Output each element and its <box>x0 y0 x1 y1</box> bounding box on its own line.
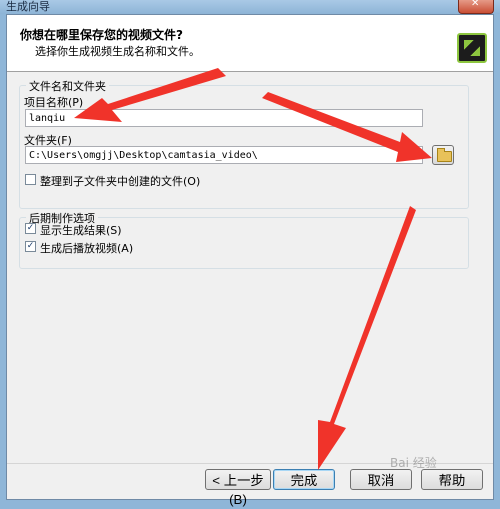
play-after-checkbox[interactable]: ✓ <box>25 241 36 252</box>
show-results-checkbox[interactable]: ✓ <box>25 223 36 234</box>
organize-subfolder-label: 整理到子文件夹中创建的文件(O) <box>40 175 201 188</box>
window-title: 生成向导 <box>6 0 50 13</box>
finish-button[interactable]: 完成 <box>273 469 335 490</box>
group-legend-file: 文件名和文件夹 <box>26 78 109 94</box>
play-after-label: 生成后播放视频(A) <box>40 242 134 255</box>
browse-folder-button[interactable] <box>432 145 454 165</box>
back-button[interactable]: < 上一步(B) <box>205 469 271 507</box>
folder-path-input[interactable]: C:\Users\omgjj\Desktop\camtasia_video\ <box>25 146 423 164</box>
organize-subfolder-checkbox[interactable] <box>25 174 36 185</box>
page-subtitle: 选择你生成视频生成名称和文件。 <box>35 45 200 58</box>
window-frame: 你想在哪里保存您的视频文件? 选择你生成视频生成名称和文件。 文件名和文件夹 项… <box>0 14 500 507</box>
help-button[interactable]: 帮助 <box>421 469 483 490</box>
project-name-input[interactable]: lanqiu <box>25 109 423 127</box>
show-results-option[interactable]: ✓ 显示生成结果(S) <box>25 222 225 237</box>
project-name-label: 项目名称(P) <box>24 96 84 109</box>
camtasia-logo-icon <box>457 33 487 63</box>
window-titlebar[interactable]: 生成向导 <box>0 0 500 14</box>
cancel-button[interactable]: 取消 <box>350 469 412 490</box>
wizard-dialog: 你想在哪里保存您的视频文件? 选择你生成视频生成名称和文件。 文件名和文件夹 项… <box>6 14 494 507</box>
folder-open-icon <box>437 148 452 162</box>
page-title: 你想在哪里保存您的视频文件? <box>20 28 183 42</box>
wizard-header: 你想在哪里保存您的视频文件? 选择你生成视频生成名称和文件。 <box>7 15 493 72</box>
close-icon[interactable] <box>458 0 494 14</box>
organize-subfolder-option[interactable]: 整理到子文件夹中创建的文件(O) <box>25 173 275 188</box>
baidu-watermark: Bai 经验 <box>390 456 437 470</box>
show-results-label: 显示生成结果(S) <box>40 224 122 237</box>
play-after-option[interactable]: ✓ 生成后播放视频(A) <box>25 240 225 255</box>
